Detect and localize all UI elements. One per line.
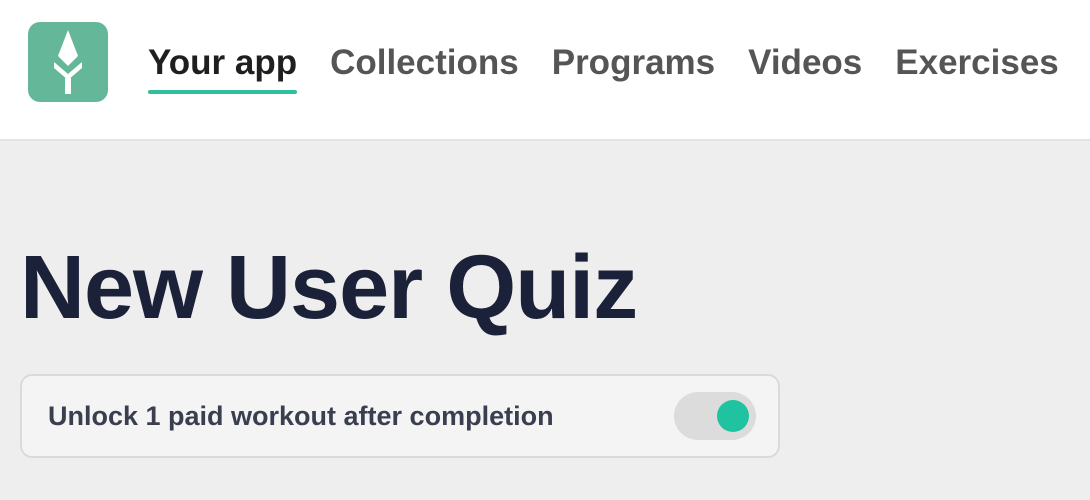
setting-label: Unlock 1 paid workout after completion <box>48 401 554 431</box>
spear-arrow-icon <box>54 30 82 94</box>
page-title: New User Quiz <box>20 238 638 338</box>
nav-programs[interactable]: Programs <box>552 40 715 86</box>
main-nav: Your app Collections Programs Videos Exe… <box>148 40 1090 94</box>
nav-exercises[interactable]: Exercises <box>895 40 1058 86</box>
unlock-workout-setting: Unlock 1 paid workout after completion <box>20 374 780 458</box>
unlock-workout-toggle[interactable] <box>674 392 756 440</box>
nav-collections[interactable]: Collections <box>330 40 519 86</box>
nav-your-app[interactable]: Your app <box>148 40 298 94</box>
top-navigation-bar: Your app Collections Programs Videos Exe… <box>0 0 1090 141</box>
nav-videos[interactable]: Videos <box>748 40 862 86</box>
app-logo[interactable] <box>28 22 108 102</box>
toggle-knob <box>717 400 749 432</box>
